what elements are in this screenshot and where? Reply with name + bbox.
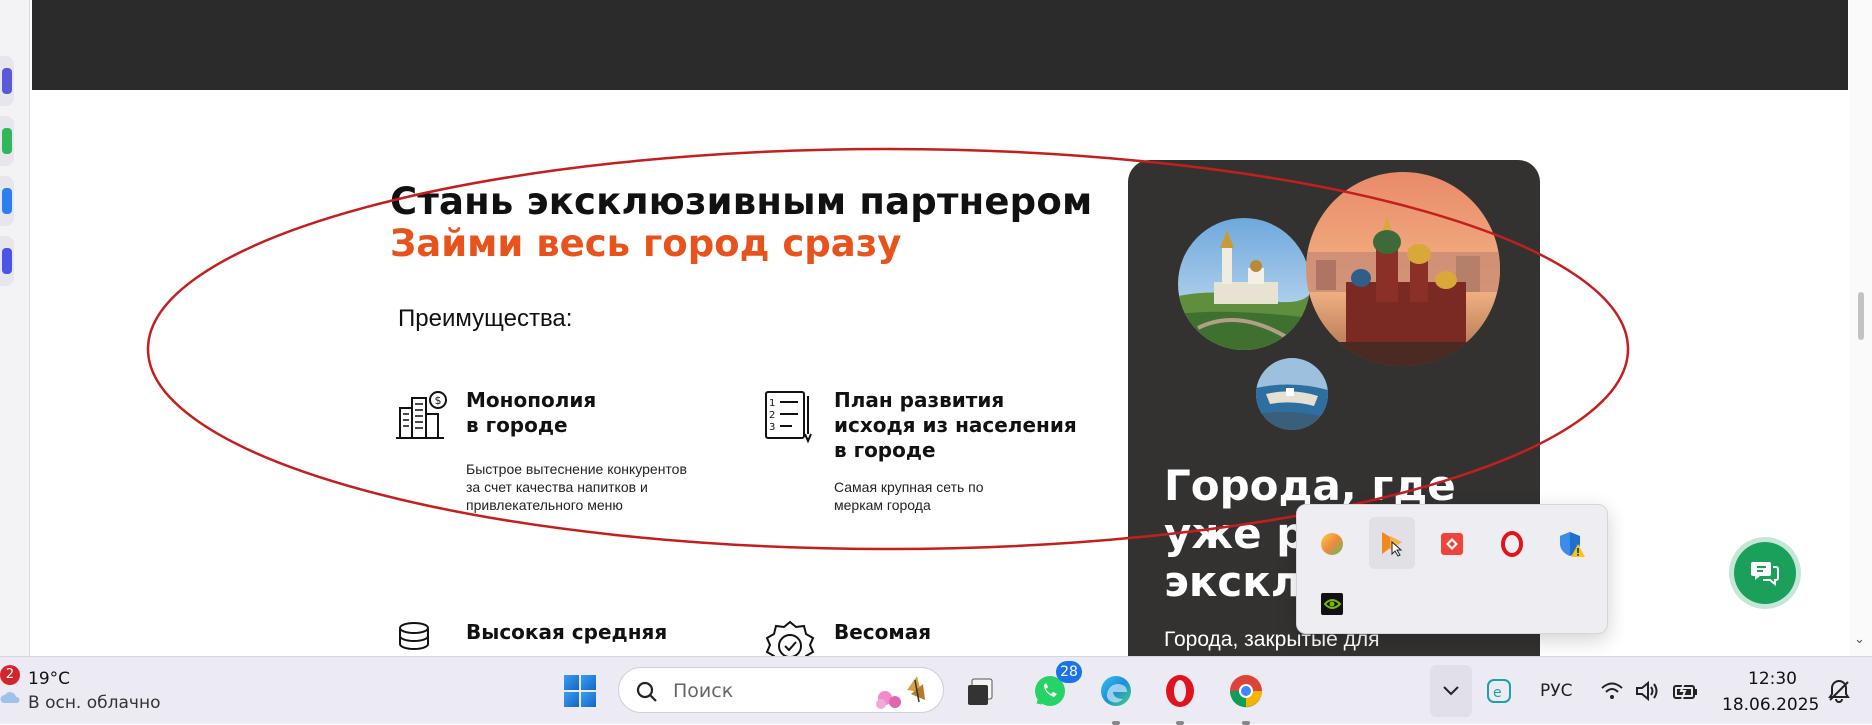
taskbar-opera[interactable] [1154,665,1206,725]
search-placeholder: Поиск [673,680,734,702]
sidebar-edge-button[interactable] [0,56,14,106]
tray-eset-icon[interactable]: e [1482,671,1516,711]
whatsapp-unread-badge: 28 [1056,661,1082,683]
feature-description: Быстрое вытеснение конкурентов за счет к… [466,461,687,513]
input-language-indicator[interactable]: РУС [1540,681,1572,701]
page-scrollbar[interactable]: ⌄ [1850,0,1872,656]
feature-weighty: Весомая [762,620,1092,656]
city-photo-river [1256,358,1328,430]
chat-widget-button[interactable] [1734,542,1796,604]
scrollbar-thumb[interactable] [1858,292,1864,340]
taskbar-search-box[interactable]: Поиск [618,667,944,713]
scroll-down-arrow-icon[interactable]: ⌄ [1854,632,1865,647]
butterfly-flowers-icon [876,676,925,709]
taskbar-edge[interactable] [1090,665,1142,725]
feature-development-plan: 1 2 3 План развития исходя из населения … [762,388,1092,518]
taskbar-chrome[interactable] [1220,665,1272,725]
tray-color-circle-icon[interactable] [1309,521,1355,567]
numbered-list-icon: 1 2 3 [765,391,812,444]
opera-browser-icon [1166,675,1194,707]
chrome-browser-icon [1230,675,1262,708]
clock-date[interactable]: 18.06.2025 [1722,695,1819,715]
city-photo-cathedral [1306,172,1500,366]
weather-widget[interactable]: 2 19°C В осн. облачно [0,657,180,725]
running-indicator [1176,721,1184,725]
tray-overflow-button[interactable] [1430,665,1472,717]
start-button[interactable] [556,667,604,715]
tray-nvidia-icon[interactable] [1309,581,1355,627]
tray-feather-app-icon[interactable] [1369,517,1415,569]
feature-high-average: Высокая средняя [394,620,724,656]
feature-monopoly: $ Монополия в городе Быстрое вытеснение … [394,388,724,518]
tray-volume-icon[interactable] [1632,671,1664,711]
city-photo-kremlin [1178,218,1310,350]
badge-check-icon [765,620,815,656]
edge-browser-icon [1101,676,1131,706]
tray-wifi-icon[interactable] [1596,671,1628,711]
left-sidebar-edge [0,0,30,656]
svg-text:2: 2 [769,410,775,421]
clock-time[interactable]: 12:30 [1748,669,1797,689]
weather-notification-badge: 2 [0,665,20,685]
chevron-down-icon [1443,686,1459,696]
feature-title: План развития исходя из населения в горо… [834,388,1077,462]
weather-description: В осн. облачно [28,693,161,713]
page-title: Стань эксклюзивным партнером [390,180,1093,223]
svg-text:3: 3 [769,422,775,433]
chat-bubble-icon [1751,562,1779,587]
sidebar-edge-button[interactable] [0,236,14,286]
feature-title: Монополия в городе [466,388,597,437]
svg-text:$: $ [435,394,442,407]
site-header-dark [32,0,1848,90]
sidebar-edge-button[interactable] [0,176,14,226]
tray-anydesk-icon[interactable] [1429,521,1475,567]
windows-taskbar: 2 19°C В осн. облачно Поиск 28 e РУС 12:… [0,656,1872,725]
svg-text:e: e [1493,685,1502,701]
task-view-icon [968,678,993,705]
tray-defender-warning-icon[interactable] [1549,521,1595,567]
buildings-dollar-icon: $ [396,391,447,439]
running-indicator [1112,721,1120,725]
taskbar-whatsapp[interactable]: 28 [1024,661,1082,717]
coins-stack-icon [399,622,429,650]
weather-temperature: 19°C [28,669,71,689]
advantages-label: Преимущества: [398,305,573,332]
svg-text:1: 1 [769,398,775,409]
task-view-button[interactable] [958,667,1006,715]
running-indicator [1242,721,1250,725]
notifications-button[interactable] [1822,671,1856,711]
sidebar-edge-button[interactable] [0,116,14,166]
feature-title: Высокая средняя [466,620,668,644]
tray-battery-icon[interactable] [1668,671,1704,711]
feature-title: Весомая [834,620,932,644]
windows-logo-icon [564,675,596,707]
page-subtitle: Займи весь город сразу [390,222,902,265]
feature-description: Самая крупная сеть по меркам города [834,479,984,513]
tray-overflow-popup [1296,504,1608,634]
search-icon [636,681,657,702]
tray-opera-icon[interactable] [1489,521,1535,567]
bell-notification-icon [1828,679,1850,703]
cloud-weather-icon [0,692,20,703]
